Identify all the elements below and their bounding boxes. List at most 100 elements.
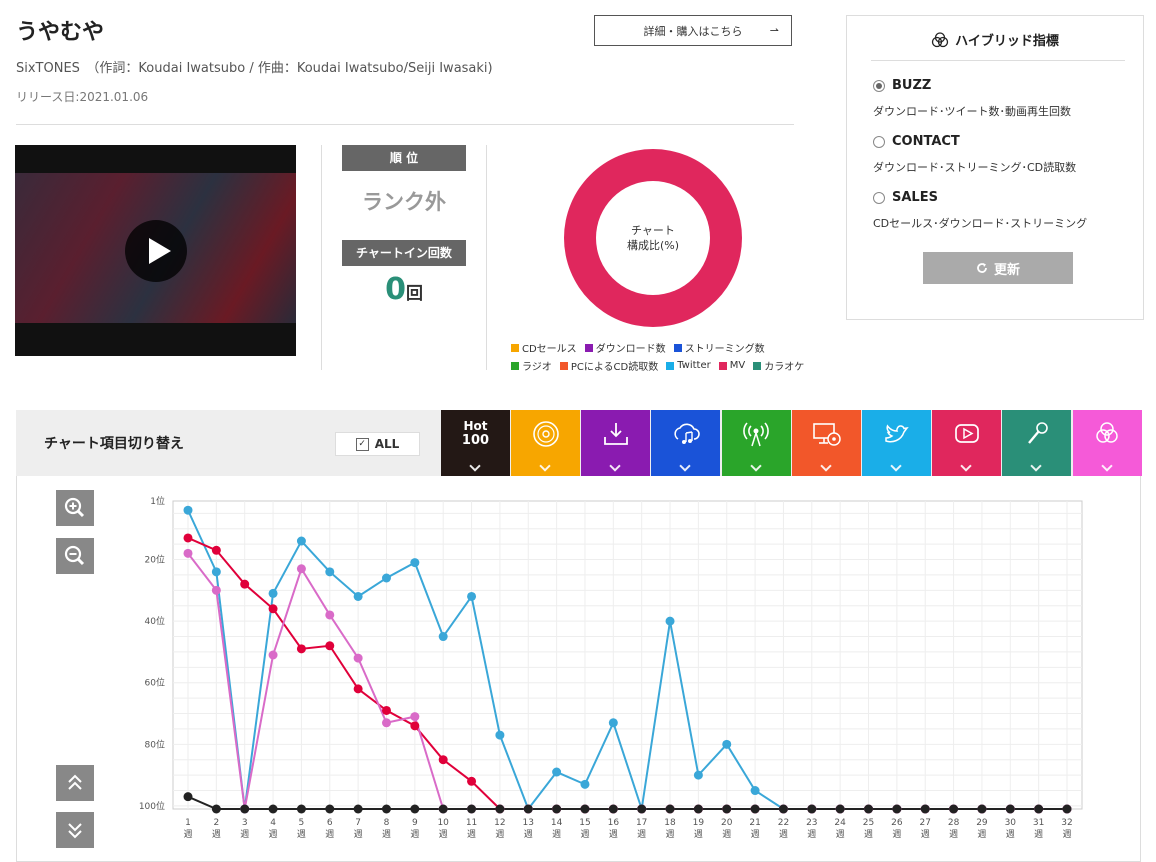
x-tick-unit: 週 (580, 829, 589, 840)
option-description: ダウンロード･ストリーミング･CD読取数 (873, 161, 1077, 174)
all-checkbox[interactable]: ✓ ALL (335, 432, 420, 456)
option-contact[interactable]: CONTACT (873, 134, 960, 149)
y-tick-label: 20位 (145, 554, 165, 566)
data-point (211, 545, 221, 555)
x-tick-label: 25 (863, 818, 874, 828)
video-player[interactable] (15, 145, 296, 356)
x-tick-label: 18 (664, 818, 676, 828)
check-icon[interactable]: ✓ (355, 437, 369, 451)
data-point (410, 558, 420, 568)
data-point (467, 804, 477, 814)
legend-label: ストリーミング数 (684, 344, 765, 355)
legend-item: PCによるCD読取数 (559, 358, 658, 373)
data-point (523, 804, 533, 814)
x-tick-label: 8 (384, 818, 390, 828)
data-point (353, 684, 363, 694)
x-tick-label: 20 (721, 818, 733, 828)
data-point (410, 804, 420, 814)
x-tick-label: 4 (270, 818, 276, 828)
tab-twitter[interactable] (862, 410, 931, 476)
x-tick-unit: 週 (892, 829, 901, 840)
legend-label: MV (729, 360, 746, 371)
x-tick-label: 7 (355, 818, 361, 828)
x-tick-label: 1 (185, 818, 191, 828)
legend-swatch (511, 343, 519, 352)
legend-label: カラオケ (764, 362, 805, 373)
cd-icon (532, 421, 559, 447)
data-point (381, 804, 391, 814)
streaming-icon (674, 423, 700, 444)
chevron-down-icon (609, 460, 621, 472)
legend-swatch (559, 361, 568, 370)
tab-pc-cd[interactable] (791, 410, 861, 476)
data-point (977, 804, 987, 814)
legend-swatch (666, 361, 675, 370)
donut-label: 構成比(%) (626, 239, 680, 252)
donut-label: チャート (631, 224, 675, 237)
data-point (183, 548, 193, 558)
scroll-down-button[interactable] (56, 812, 94, 848)
data-point (381, 705, 391, 715)
option-buzz[interactable]: BUZZ (873, 78, 931, 93)
x-tick-label: 30 (1005, 818, 1017, 828)
x-tick-unit: 週 (977, 829, 986, 840)
scroll-up-button[interactable] (56, 765, 94, 801)
radio-icon[interactable] (873, 135, 885, 148)
y-tick-label: 40位 (145, 615, 165, 627)
legend-item: ダウンロード数 (584, 340, 666, 355)
tab-karaoke[interactable] (1002, 410, 1072, 476)
tab-video[interactable] (932, 410, 1002, 476)
double-chevron-up-icon (68, 774, 82, 790)
update-button[interactable]: 更新 (923, 252, 1073, 284)
data-point (637, 804, 647, 814)
x-tick-unit: 週 (240, 829, 249, 840)
x-tick-label: 3 (242, 818, 248, 828)
zoom-in-button[interactable] (56, 490, 94, 526)
tab-streaming[interactable] (651, 410, 721, 476)
data-point (750, 804, 760, 814)
data-point (211, 804, 221, 814)
legend-item: MV (718, 358, 746, 373)
double-chevron-down-icon (68, 823, 82, 839)
tab-download[interactable] (581, 410, 651, 476)
x-tick-label: 31 (1033, 818, 1044, 828)
legend-swatch (673, 343, 682, 352)
x-tick-unit: 週 (694, 829, 703, 840)
data-point (835, 804, 845, 814)
hybrid-index-panel: ハイブリッド指標 BUZZ ダウンロード･ツイート数･動画再生回数 CONTAC… (846, 15, 1144, 320)
data-point (410, 721, 420, 731)
tab-cd[interactable] (511, 410, 580, 476)
tab-radio[interactable] (721, 410, 791, 476)
tab-hybrid[interactable] (1072, 410, 1142, 476)
legend-swatch (511, 361, 519, 370)
legend-swatch (584, 343, 593, 352)
data-point (552, 804, 562, 814)
x-tick-label: 9 (412, 818, 418, 828)
data-point (693, 770, 703, 780)
data-point (240, 804, 250, 814)
pc-cd-icon (813, 423, 842, 446)
detail-purchase-button[interactable]: 詳細・購入はこちら ⇀ (594, 15, 792, 46)
data-point (296, 564, 306, 574)
data-point (1034, 804, 1044, 814)
x-tick-unit: 週 (864, 829, 873, 840)
radio-icon (743, 422, 769, 447)
zoom-out-button[interactable] (56, 538, 94, 574)
artist-credit: SixTONES （作詞：Koudai Iwatsubo / 作曲：Koudai… (16, 61, 493, 76)
x-tick-unit: 週 (779, 829, 788, 840)
option-label: BUZZ (892, 78, 932, 93)
x-tick-unit: 週 (439, 829, 448, 840)
chevron-down-icon (1100, 460, 1113, 472)
divider (871, 60, 1125, 61)
option-sales[interactable]: SALES (873, 190, 938, 205)
x-tick-unit: 週 (212, 829, 221, 840)
play-icon[interactable] (125, 220, 187, 282)
radio-icon[interactable] (873, 79, 885, 92)
x-tick-label: 26 (891, 818, 903, 828)
tab-hot100[interactable]: Hot 100 (441, 410, 510, 476)
legend-label: ダウンロード数 (595, 344, 666, 355)
data-point (438, 632, 448, 642)
legend-label: CDセールス (522, 344, 577, 355)
radio-icon[interactable] (873, 191, 885, 204)
karaoke-icon (1027, 422, 1048, 444)
